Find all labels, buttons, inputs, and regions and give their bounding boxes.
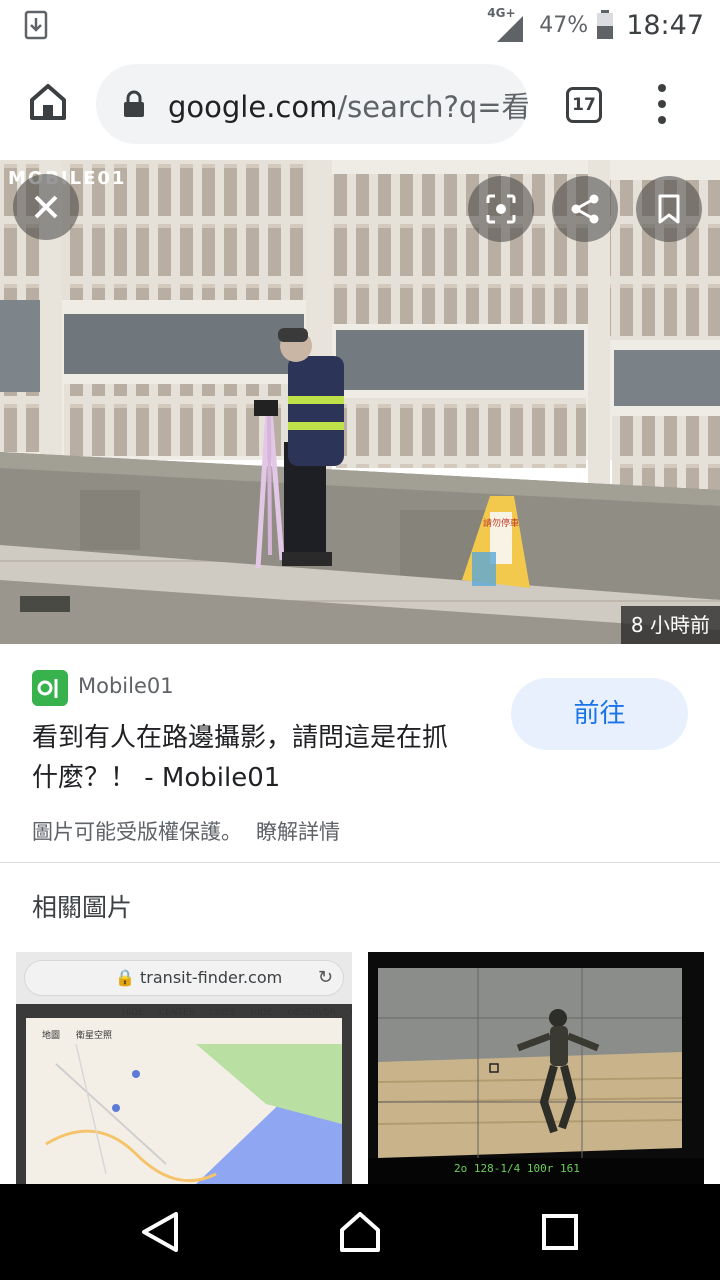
back-icon[interactable] [134, 1206, 186, 1258]
url-bar[interactable]: google.com/search?q=看 [96, 64, 528, 144]
thumb-url-bar: 🔒 transit-finder.com ↻ [24, 960, 344, 996]
overflow-menu-icon[interactable] [650, 84, 676, 124]
site-name[interactable]: Mobile01 [78, 674, 174, 698]
bookmark-icon[interactable] [636, 176, 702, 242]
divider [0, 862, 720, 863]
learn-more-link[interactable]: 瞭解詳情 [256, 820, 340, 844]
camera-viewfinder [368, 968, 704, 1184]
lock-icon [124, 90, 144, 117]
viewfinder-readout: 2o 128-1/4 100r 161 [454, 1162, 580, 1175]
battery-icon [597, 10, 614, 39]
url-text[interactable]: google.com/search?q=看 [168, 84, 528, 126]
system-nav-bar [0, 1184, 720, 1280]
street-photo: 請勿停車 MOBILE01 [0, 160, 720, 644]
recents-icon[interactable] [534, 1206, 586, 1258]
signal-icon: 4G+ [487, 6, 531, 42]
home-icon[interactable] [26, 80, 70, 124]
browser-toolbar: google.com/search?q=看 17 [0, 50, 720, 160]
related-images-heading: 相關圖片 [32, 893, 133, 922]
result-title[interactable]: 看到有人在路邊攝影，請問這是在抓什麼？！ - Mobile01 [32, 718, 472, 798]
thumb-map: HIDE CENTER LINES HIDE OBSERVER CLOSE MA… [16, 1004, 352, 1184]
thumb-url: 🔒 transit-finder.com [115, 968, 283, 987]
related-image-1[interactable]: 🔒 transit-finder.com ↻ HIDE CENTER LINES… [16, 952, 352, 1184]
download-icon [24, 10, 48, 40]
home-icon[interactable] [334, 1206, 386, 1258]
tab-switcher-icon[interactable]: 17 [566, 87, 602, 123]
share-icon[interactable] [552, 176, 618, 242]
preview-image[interactable]: 請勿停車 MOBILE01 8 小時前 [0, 160, 720, 644]
copyright-text: 圖片可能受版權保護。 [32, 820, 242, 844]
site-favicon-icon [32, 670, 68, 706]
time-ago-badge: 8 小時前 [620, 606, 720, 644]
status-bar: 4G+ 47% 18:47 [0, 0, 720, 50]
map-options: HIDE CENTER LINES HIDE OBSERVER CLOSE MA… [122, 1008, 352, 1018]
url-path: /search?q=看 [337, 90, 528, 124]
visit-button[interactable]: 前往 [511, 678, 688, 750]
reload-icon: ↻ [317, 967, 333, 988]
sign-text: 請勿停車 [483, 517, 519, 529]
clock: 18:47 [626, 9, 704, 41]
map-tab-satellite: 衛星空照 [76, 1031, 113, 1041]
related-image-2[interactable]: 2o 128-1/4 100r 161 [368, 952, 704, 1184]
map-tab-map: 地圖 [42, 1031, 61, 1041]
url-host: google.com [168, 90, 338, 124]
result-info: Mobile01 看到有人在路邊攝影，請問這是在抓什麼？！ - Mobile01… [0, 644, 720, 864]
lens-search-icon[interactable] [468, 176, 534, 242]
battery-percent: 47% [539, 12, 589, 38]
close-icon[interactable] [13, 174, 79, 240]
copyright-notice: 圖片可能受版權保護。 瞭解詳情 [32, 816, 340, 846]
